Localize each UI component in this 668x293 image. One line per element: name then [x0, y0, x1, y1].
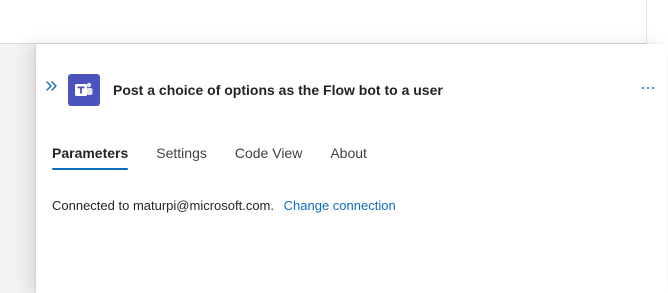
panel-tabs: Parameters Settings Code View About [52, 145, 395, 170]
action-title: Post a choice of options as the Flow bot… [113, 82, 443, 98]
microsoft-teams-icon [68, 74, 100, 106]
more-options-ellipsis-icon[interactable] [640, 80, 656, 96]
connection-status-text: Connected to maturpi@microsoft.com. [52, 198, 275, 213]
tab-settings[interactable]: Settings [156, 145, 207, 170]
change-connection-link[interactable]: Change connection [284, 198, 396, 213]
designer-top-bar [0, 0, 646, 44]
tab-code-view[interactable]: Code View [235, 145, 302, 170]
connection-row: Connected to maturpi@microsoft.com. Chan… [52, 198, 396, 213]
action-details-panel: Post a choice of options as the Flow bot… [36, 44, 666, 293]
tab-about[interactable]: About [330, 145, 367, 170]
tab-parameters[interactable]: Parameters [52, 145, 129, 170]
double-chevron-right-icon[interactable] [44, 78, 60, 94]
